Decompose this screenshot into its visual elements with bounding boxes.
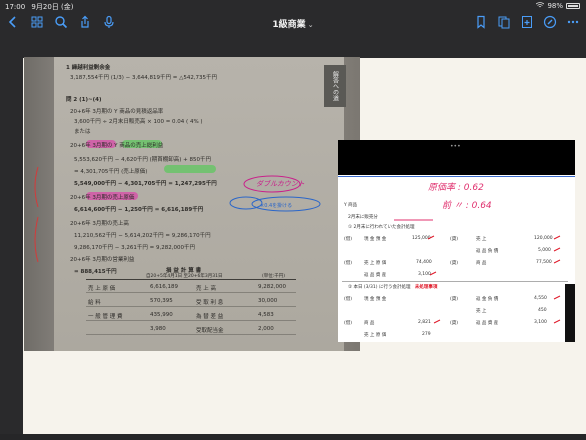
bottom-bar — [0, 434, 586, 440]
statement-period: 自20+5年4月1日 至20+6年3月31日 — [146, 274, 223, 279]
income-statement: 損 益 計 算 書 自20+5年4月1日 至20+6年3月31日 (単位:千円)… — [86, 268, 296, 345]
battery-text: 98% — [547, 2, 563, 10]
document-title-text: 1級商業 — [272, 20, 306, 30]
red-pen-marks — [394, 219, 561, 324]
document-title[interactable]: 1級商業 ⌄ — [260, 17, 326, 30]
chevron-down-icon: ⌄ — [307, 21, 314, 29]
mic-icon[interactable] — [102, 15, 116, 29]
scanned-photo[interactable]: 解答への道 1 繰越利益剰余金 3,187,554千円 (1/3) − 3,64… — [24, 57, 360, 351]
status-time: 17:00 9月20日 (金) — [5, 2, 73, 12]
wifi-icon — [536, 2, 545, 10]
status-bar: 17:00 9月20日 (金) 98% — [0, 0, 586, 12]
date-text: 9月20日 (金) — [31, 3, 74, 11]
share-icon[interactable] — [78, 15, 92, 29]
pages-icon[interactable] — [497, 15, 511, 29]
battery-icon — [566, 3, 580, 9]
more-icon[interactable] — [566, 15, 580, 29]
thumbnails-icon[interactable] — [30, 15, 44, 29]
back-icon[interactable] — [6, 15, 20, 29]
pasted-screenshot[interactable]: ••• 原価率 : 0.62 前 〃 : 0.64 Y 商品 2月末に販売分 ①… — [338, 140, 575, 342]
time-text: 17:00 — [5, 3, 26, 11]
bookmark-icon[interactable] — [474, 15, 488, 29]
search-icon[interactable] — [54, 15, 68, 29]
add-page-icon[interactable] — [520, 15, 534, 29]
statement-unit: (単位:千円) — [262, 274, 286, 279]
toolbar: 1級商業 ⌄ — [0, 12, 586, 36]
pen-icon[interactable] — [543, 15, 557, 29]
